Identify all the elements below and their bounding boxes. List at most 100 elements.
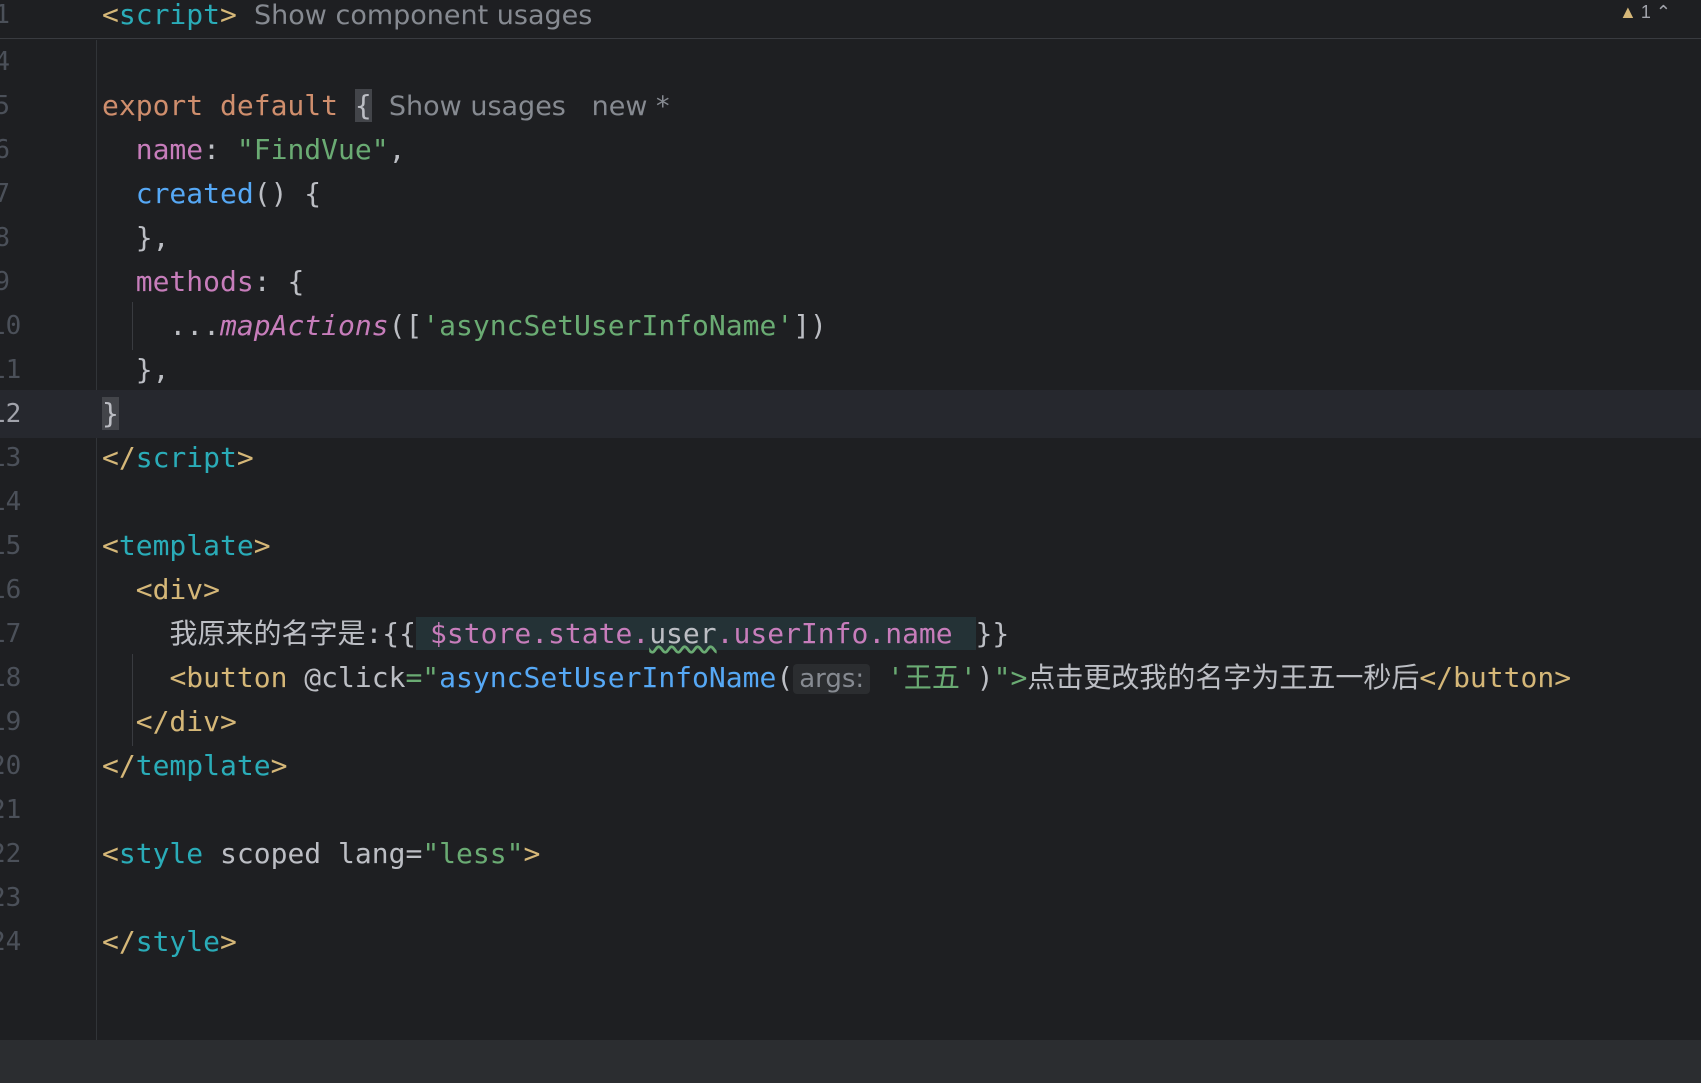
line-number: 5 <box>0 91 10 121</box>
line-number: 17 <box>0 619 22 649</box>
code-token[interactable]: Show component usages <box>237 0 592 31</box>
code-token: @click <box>304 661 406 694</box>
code-line[interactable]: 8 }, <box>0 214 1701 262</box>
code-editor[interactable]: ▲ 1 ⌃ 1 <script> Show component usages 4 5 ex… <box>0 0 1701 1040</box>
code-token: 'asyncSetUserInfoName' <box>422 309 794 342</box>
code-token: :{{ <box>365 617 417 650</box>
code-token: style <box>118 837 204 870</box>
code-content: </div> <box>102 698 237 746</box>
code-line[interactable]: 14 <box>0 478 1701 526</box>
code-line[interactable]: 10 ...mapActions(['asyncSetUserInfoName'… <box>0 302 1701 350</box>
line-number: 22 <box>0 839 22 869</box>
code-line[interactable]: 13 </script> <box>0 434 1701 482</box>
code-token: </div> <box>135 705 237 738</box>
code-content: ...mapActions(['asyncSetUserInfoName']) <box>102 302 827 350</box>
code-content: created() { <box>102 170 321 218</box>
code-content: } <box>102 390 119 438</box>
code-token: }, <box>102 353 170 386</box>
code-token: > <box>523 837 541 870</box>
code-line[interactable]: 16 <div> <box>0 566 1701 614</box>
code-line[interactable]: 17 我原来的名字是:{{$store.state.user.userInfo.… <box>0 610 1701 658</box>
indent-guide <box>132 698 133 746</box>
code-token: "FindVue" <box>236 133 389 166</box>
code-line[interactable]: 23 <box>0 874 1701 922</box>
code-token: "> <box>993 661 1028 694</box>
code-token: ' <box>959 661 977 694</box>
code-content: name: "FindVue", <box>102 126 406 174</box>
code-token: > <box>270 749 288 782</box>
line-number: 7 <box>0 179 10 209</box>
code-token: ) <box>976 661 994 694</box>
code-token: : <box>203 133 237 166</box>
code-line[interactable]: 1 <script> Show component usages <box>0 0 1701 39</box>
code-token: asyncSetUserInfoName <box>439 661 777 694</box>
code-content: <script> Show component usages <box>102 0 592 40</box>
code-line[interactable]: 18 <button @click="asyncSetUserInfoName(… <box>0 654 1701 702</box>
code-token: ([ <box>388 309 423 342</box>
code-line[interactable]: 20 </template> <box>0 742 1701 790</box>
code-token: ]) <box>793 309 827 342</box>
line-number: 23 <box>0 883 22 913</box>
code-line[interactable]: 11 }, <box>0 346 1701 394</box>
code-content: }, <box>102 214 170 262</box>
code-token[interactable]: Show usages new * <box>372 91 670 122</box>
line-number: 11 <box>0 355 22 385</box>
code-token: </ <box>102 925 136 958</box>
line-number: 4 <box>0 47 10 77</box>
code-line[interactable]: 6 name: "FindVue", <box>0 126 1701 174</box>
code-token: =" <box>405 661 440 694</box>
code-line[interactable]: 21 <box>0 786 1701 834</box>
code-line[interactable]: 4 <box>0 38 1701 86</box>
code-token: scoped lang <box>203 837 406 870</box>
code-line[interactable]: 22 <style scoped lang="less"> <box>0 830 1701 878</box>
code-line[interactable]: 5 export default { Show usages new * <box>0 82 1701 130</box>
code-token: created <box>135 177 254 210</box>
code-line[interactable]: 15 <template> <box>0 522 1701 570</box>
code-token: 点击更改我的名字为王五一秒后 <box>1027 661 1420 694</box>
code-content: 我原来的名字是:{{$store.state.user.userInfo.nam… <box>102 610 1009 658</box>
code-token: ( <box>776 661 794 694</box>
line-number: 9 <box>0 267 10 297</box>
code-token: </ <box>102 441 136 474</box>
code-token: }, <box>102 221 170 254</box>
code-line[interactable]: 24 </style> <box>0 918 1701 966</box>
line-number: 8 <box>0 223 10 253</box>
code-content: }, <box>102 346 170 394</box>
code-token: , <box>388 133 406 166</box>
line-number: 19 <box>0 707 22 737</box>
code-token: ' <box>887 661 904 694</box>
code-token: methods <box>135 265 254 298</box>
code-token: < <box>102 837 119 870</box>
code-token: </button> <box>1419 661 1572 694</box>
line-number: 10 <box>0 311 22 341</box>
code-token: : { <box>253 265 305 298</box>
code-content: export default { Show usages new * <box>102 82 670 131</box>
line-number: 16 <box>0 575 22 605</box>
code-line[interactable]: 12} <box>0 390 1701 438</box>
code-token: mapActions <box>220 309 389 342</box>
code-line[interactable]: 9 methods: { <box>0 258 1701 306</box>
code-token: 王五 <box>903 661 960 694</box>
code-content: methods: { <box>102 258 305 306</box>
code-token: export default <box>102 89 355 122</box>
code-content: <button @click="asyncSetUserInfoName(arg… <box>102 654 1571 703</box>
code-token: }} <box>975 617 1010 650</box>
code-token: name <box>135 133 204 166</box>
code-token: < <box>102 529 119 562</box>
code-token: script <box>135 441 237 474</box>
line-number: 14 <box>0 487 22 517</box>
code-token: template <box>118 529 254 562</box>
code-line[interactable]: 7 created() { <box>0 170 1701 218</box>
code-line[interactable]: 19 </div> <box>0 698 1701 746</box>
code-token: .state. <box>531 617 650 650</box>
code-content: </template> <box>102 742 287 790</box>
code-token: } <box>102 397 119 430</box>
indent-guide <box>132 654 133 702</box>
code-token: < <box>102 0 119 31</box>
code-token: > <box>220 0 237 31</box>
